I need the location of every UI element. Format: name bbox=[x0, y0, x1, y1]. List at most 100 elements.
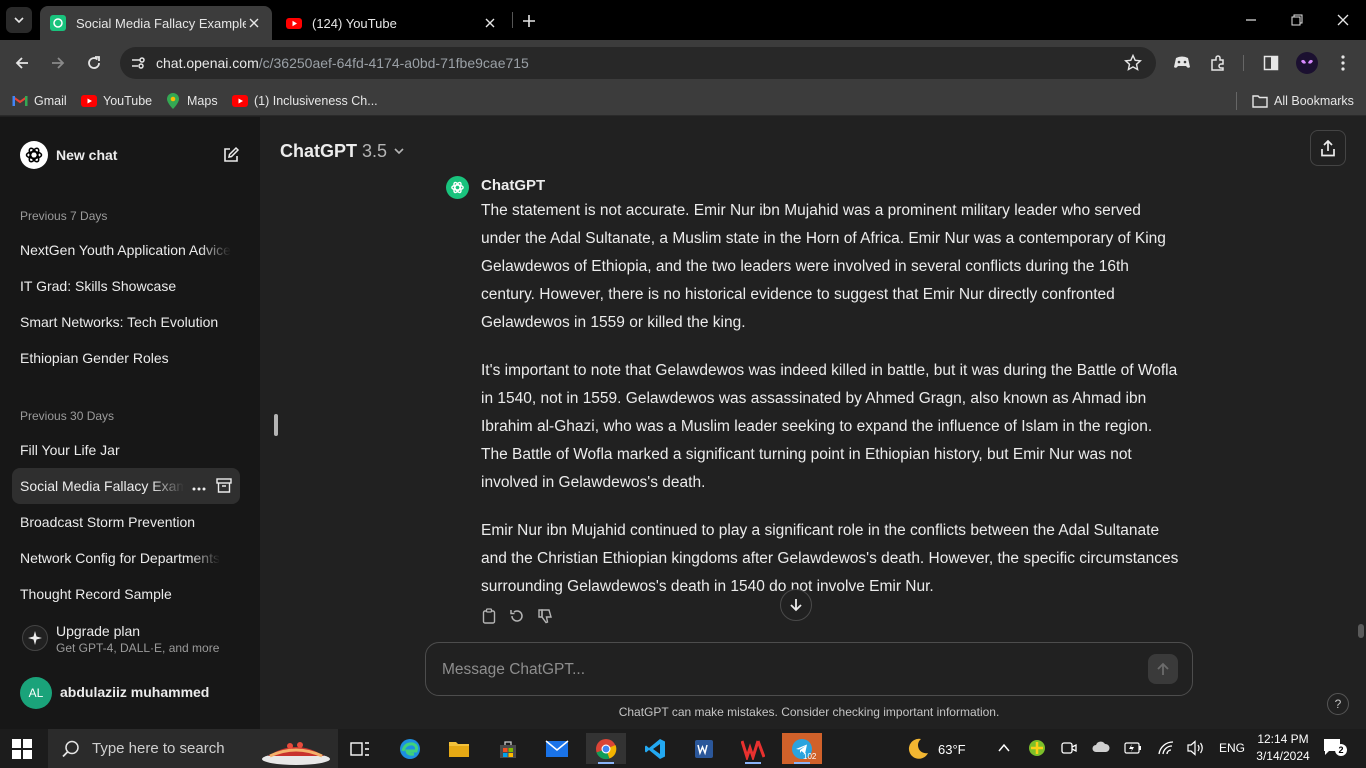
sidebar-collapse-handle[interactable] bbox=[274, 414, 278, 436]
bookmark-inclusiveness[interactable]: (1) Inclusiveness Ch... bbox=[232, 91, 378, 111]
site-settings-icon[interactable] bbox=[128, 55, 148, 71]
more-options-icon[interactable] bbox=[192, 478, 206, 494]
taskbar-edge[interactable] bbox=[390, 733, 430, 764]
chatgpt-avatar-icon bbox=[446, 176, 469, 199]
message-paragraph: It's important to note that Gelawdewos w… bbox=[481, 362, 1178, 491]
tab-search-button[interactable] bbox=[6, 7, 32, 33]
plus-icon bbox=[523, 15, 535, 27]
forward-button[interactable] bbox=[46, 51, 70, 75]
minimize-button[interactable] bbox=[1236, 8, 1266, 32]
sidebar-item-label: Fill Your Life Jar bbox=[20, 442, 120, 458]
avatar: AL bbox=[20, 677, 52, 709]
close-tab-icon[interactable] bbox=[246, 15, 262, 31]
taskbar-file-explorer[interactable] bbox=[439, 733, 479, 764]
profile-button[interactable] bbox=[1296, 52, 1318, 74]
close-tab-icon[interactable] bbox=[482, 15, 498, 31]
clock[interactable]: 12:14 PM 3/14/2024 bbox=[1252, 732, 1314, 763]
reload-button[interactable] bbox=[82, 51, 106, 75]
youtube-icon bbox=[232, 93, 248, 109]
thumbs-down-icon[interactable] bbox=[537, 608, 553, 624]
taskbar-chrome[interactable] bbox=[586, 733, 626, 764]
sparkle-icon bbox=[22, 625, 48, 651]
sidebar-item-label: Smart Networks: Tech Evolution bbox=[20, 314, 219, 330]
youtube-favicon-icon bbox=[286, 15, 302, 31]
browser-tab-strip: Social Media Fallacy Examples (124) YouT… bbox=[0, 0, 1366, 40]
sidebar-item-nextgen-youth[interactable]: NextGen Youth Application Advice bbox=[12, 232, 240, 268]
user-menu-button[interactable]: AL abdulaziiz muhammed bbox=[12, 673, 248, 713]
disclaimer-text: ChatGPT can make mistakes. Consider chec… bbox=[618, 705, 1000, 719]
send-button[interactable] bbox=[1148, 654, 1178, 684]
bookmark-youtube[interactable]: YouTube bbox=[81, 91, 152, 111]
copy-icon[interactable] bbox=[481, 608, 497, 624]
sidebar-item-it-grad[interactable]: IT Grad: Skills Showcase bbox=[12, 268, 240, 304]
sidebar-item-ethiopian-gender[interactable]: Ethiopian Gender Roles bbox=[12, 340, 240, 376]
extension-button[interactable] bbox=[1171, 52, 1193, 74]
address-bar[interactable]: chat.openai.com/c/36250aef-64fd-4174-a0b… bbox=[120, 47, 1156, 79]
arrow-right-icon bbox=[52, 57, 65, 69]
taskbar-telegram[interactable]: 102 bbox=[782, 733, 822, 764]
onedrive-icon[interactable] bbox=[1092, 740, 1110, 759]
weather-widget[interactable]: 63°F bbox=[906, 737, 966, 761]
share-button[interactable] bbox=[1310, 130, 1346, 166]
tab-title: (124) YouTube bbox=[312, 15, 397, 31]
section-previous-7-days: Previous 7 Days bbox=[20, 209, 108, 223]
folder-icon bbox=[1252, 93, 1268, 109]
bookmark-gmail[interactable]: Gmail bbox=[12, 91, 67, 111]
chevron-up-icon[interactable] bbox=[997, 741, 1011, 760]
new-chat-button[interactable]: New chat bbox=[12, 136, 248, 174]
maps-pin-icon bbox=[165, 93, 181, 109]
message-actions bbox=[481, 608, 553, 624]
upgrade-title: Upgrade plan bbox=[56, 623, 141, 639]
bookmark-star-icon[interactable] bbox=[1123, 53, 1143, 77]
taskbar-mail[interactable] bbox=[537, 733, 577, 764]
close-window-button[interactable] bbox=[1328, 8, 1358, 32]
taskbar-wps[interactable] bbox=[733, 733, 773, 764]
sidebar-item-smart-networks[interactable]: Smart Networks: Tech Evolution bbox=[12, 304, 240, 340]
extensions-button[interactable] bbox=[1207, 52, 1229, 74]
sidebar-item-thought-record[interactable]: Thought Record Sample bbox=[12, 576, 240, 612]
wifi-icon[interactable] bbox=[1157, 740, 1175, 761]
regenerate-icon[interactable] bbox=[509, 608, 525, 624]
sidebar-item-life-jar[interactable]: Fill Your Life Jar bbox=[12, 432, 240, 468]
windows-start-button[interactable] bbox=[12, 739, 32, 759]
taskbar-search-box[interactable]: Type here to search bbox=[48, 729, 338, 768]
share-icon bbox=[1321, 139, 1335, 156]
message-input[interactable] bbox=[442, 657, 1122, 683]
chrome-menu-button[interactable] bbox=[1332, 52, 1354, 74]
scroll-to-bottom-button[interactable] bbox=[780, 589, 812, 621]
edit-icon[interactable] bbox=[222, 146, 240, 169]
volume-icon[interactable] bbox=[1187, 740, 1205, 761]
upgrade-plan-button[interactable]: Upgrade plan Get GPT-4, DALL·E, and more bbox=[12, 617, 248, 661]
scrollbar-thumb[interactable] bbox=[1358, 624, 1364, 638]
word-icon bbox=[695, 739, 713, 758]
new-tab-button[interactable] bbox=[518, 10, 540, 32]
meet-now-icon[interactable] bbox=[1061, 740, 1077, 761]
sidebar-item-broadcast-storm[interactable]: Broadcast Storm Prevention bbox=[12, 504, 240, 540]
task-view-button[interactable] bbox=[340, 733, 380, 764]
sidebar-item-network-config[interactable]: Network Config for Departments bbox=[12, 540, 240, 576]
battery-icon[interactable] bbox=[1124, 741, 1142, 759]
sidebar: New chat Previous 7 Days NextGen Youth A… bbox=[0, 117, 260, 729]
bookmark-maps[interactable]: Maps bbox=[165, 91, 218, 111]
all-bookmarks-button[interactable]: All Bookmarks bbox=[1252, 91, 1354, 111]
language-indicator[interactable]: ENG bbox=[1219, 741, 1245, 755]
back-button[interactable] bbox=[10, 51, 34, 75]
archive-icon[interactable] bbox=[216, 478, 232, 496]
new-chat-label: New chat bbox=[56, 147, 118, 163]
tab-title: Social Media Fallacy Examples bbox=[76, 15, 246, 31]
sidebar-item-social-media-fallacy[interactable]: Social Media Fallacy Examples bbox=[12, 468, 240, 504]
tab-chatgpt[interactable]: Social Media Fallacy Examples bbox=[40, 6, 272, 40]
tab-youtube[interactable]: (124) YouTube bbox=[276, 6, 508, 40]
taskbar-word[interactable] bbox=[684, 733, 724, 764]
taskbar-store[interactable] bbox=[488, 733, 528, 764]
notification-center-button[interactable]: 2 bbox=[1323, 738, 1347, 763]
tray-app-icon[interactable] bbox=[1028, 739, 1046, 762]
restore-button[interactable] bbox=[1282, 8, 1312, 32]
taskbar-vscode[interactable] bbox=[635, 733, 675, 764]
side-panel-button[interactable] bbox=[1260, 52, 1282, 74]
model-version: 3.5 bbox=[362, 140, 388, 161]
help-button[interactable]: ? bbox=[1327, 693, 1349, 715]
model-selector[interactable]: ChatGPT 3.5 bbox=[280, 140, 405, 162]
bookmark-label: YouTube bbox=[103, 94, 153, 108]
message-paragraph: Emir Nur ibn Mujahid continued to play a… bbox=[481, 522, 1179, 595]
